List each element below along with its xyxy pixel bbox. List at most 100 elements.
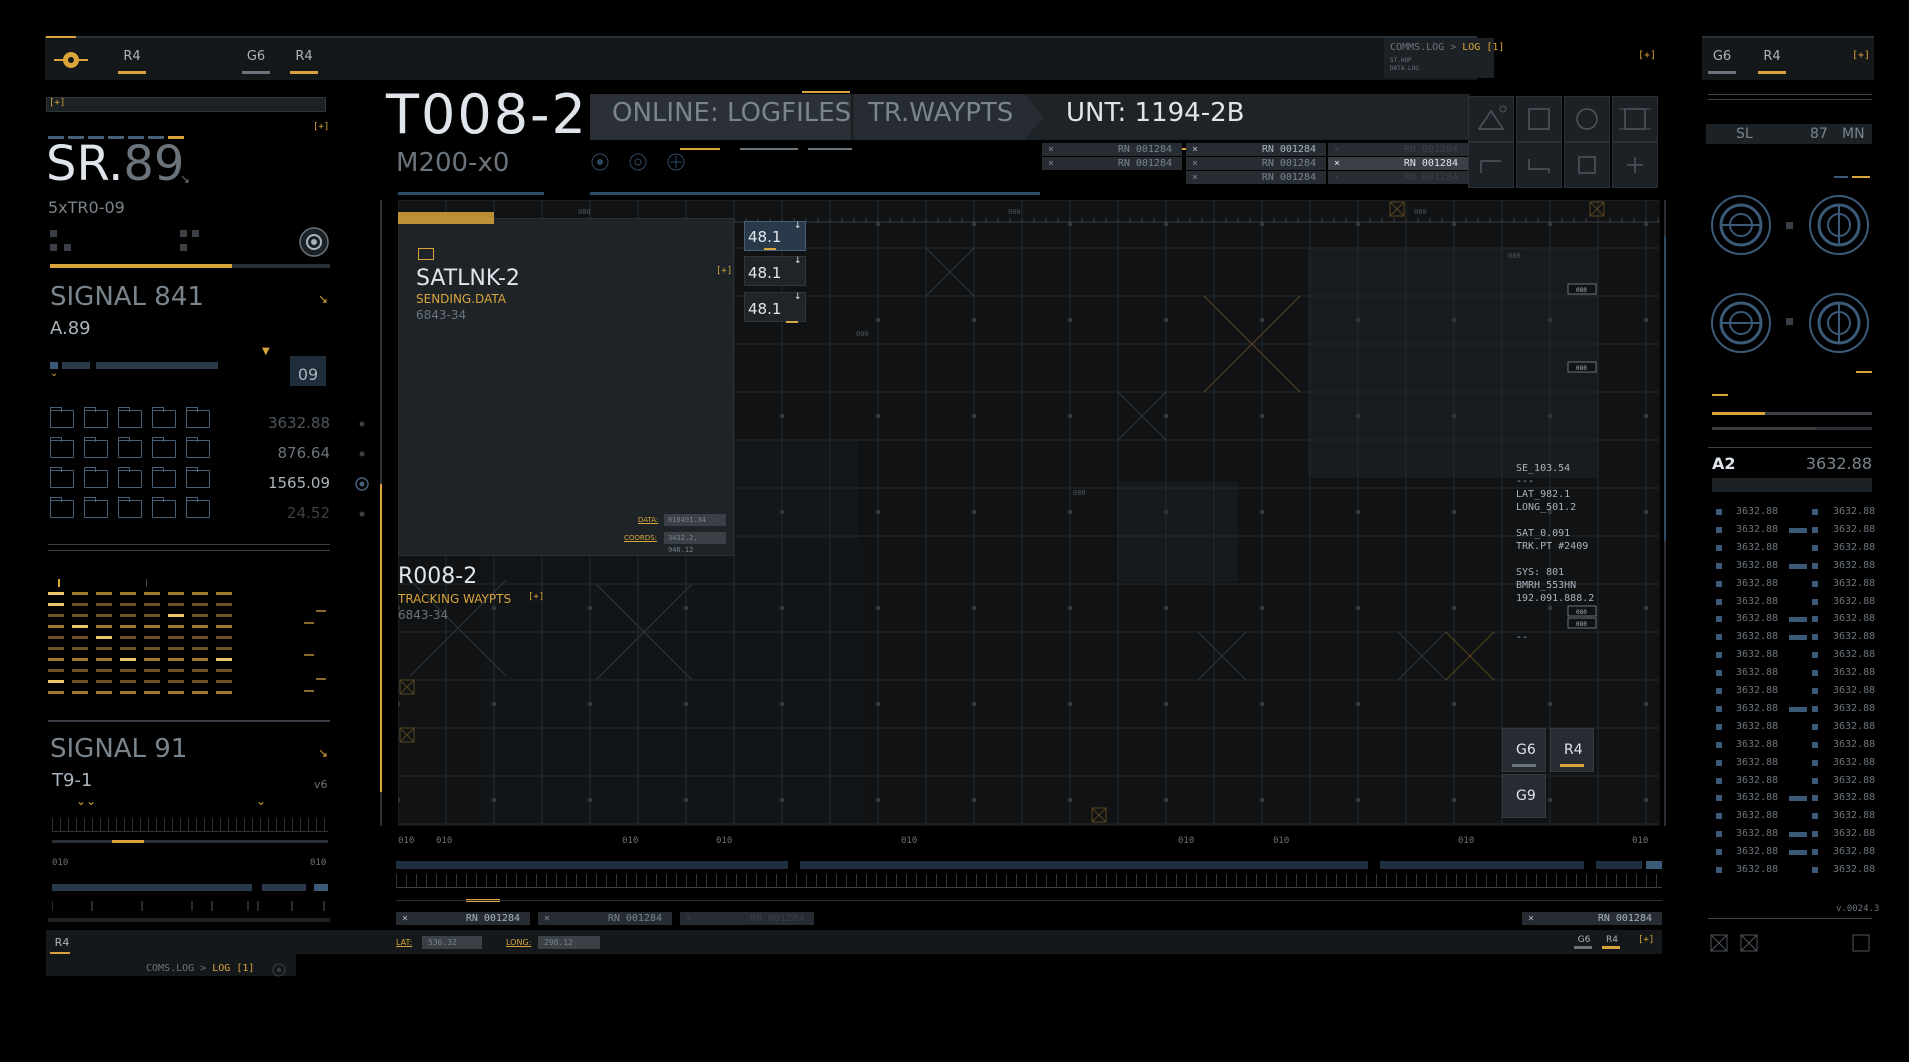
folder-icon[interactable] [84, 497, 108, 518]
r008-expand-button[interactable]: [+] [528, 592, 544, 602]
tab-r4-top[interactable]: R4 [290, 49, 318, 74]
bottom-scale-labels: 010 010 010 010 010 010 010 010 010 [398, 836, 1660, 848]
rn-chip[interactable]: × RN 001284 [1186, 143, 1326, 156]
folder-icon[interactable] [118, 437, 142, 458]
rn-chip[interactable]: × RN 001284 [680, 912, 814, 925]
folder-icon[interactable] [50, 467, 74, 488]
rn-chip[interactable]: × RN 001284 [538, 912, 672, 925]
dial-icon[interactable] [1710, 292, 1772, 354]
right-divider [1708, 99, 1872, 100]
level-dash [96, 592, 112, 595]
folder-icon[interactable] [152, 437, 176, 458]
level-dash [144, 658, 160, 661]
close-icon[interactable] [1710, 934, 1728, 952]
stat-value: 3632.88 [1833, 685, 1876, 696]
signal1-arrow-icon[interactable]: ↘ [318, 292, 328, 306]
level-dash [192, 625, 208, 628]
rn-chip[interactable]: × RN 001284 [1042, 143, 1182, 156]
tab-g6-right[interactable]: G6 [1708, 49, 1736, 74]
stat-row: 3632.88 3632.88 [1716, 846, 1876, 858]
folder-icon[interactable] [84, 407, 108, 428]
rn-chip[interactable]: × RN 001284 [1328, 143, 1468, 156]
dial-icon[interactable] [1808, 194, 1870, 256]
folder-icon[interactable] [186, 407, 210, 428]
rn-chip[interactable]: × RN 001284 [1522, 912, 1662, 925]
satlink-tab [398, 212, 494, 224]
shape-frame-button[interactable] [1612, 96, 1658, 142]
level-dash [96, 625, 112, 628]
dial-icon[interactable] [1808, 292, 1870, 354]
folder-icon[interactable] [186, 437, 210, 458]
square-icon[interactable] [1852, 934, 1870, 952]
slider-track[interactable] [50, 572, 150, 587]
folder-icon[interactable] [118, 497, 142, 518]
level-dash [144, 691, 160, 694]
logo-icon[interactable] [54, 48, 88, 72]
top-add-button[interactable]: [+] [1638, 50, 1656, 61]
tab-online-logfiles-label: ONLINE: LOGFILES [612, 98, 852, 128]
stat-value: 3632.88 [1833, 631, 1876, 643]
folder-icon[interactable] [152, 407, 176, 428]
comms-log[interactable]: COMMS.LOG > LOG [1] [1390, 42, 1504, 53]
grid-marker [1260, 510, 1264, 514]
rn-chip[interactable]: × RN 001284 [1186, 157, 1326, 170]
tab-g6-top[interactable]: G6 [242, 49, 270, 74]
satlink-expand-button[interactable]: [+] [716, 266, 732, 276]
arrow-down-button[interactable] [1516, 142, 1562, 188]
folder-icon[interactable] [186, 497, 210, 518]
close-icon[interactable] [1740, 934, 1758, 952]
folder-icon[interactable] [118, 467, 142, 488]
header-tool-icons[interactable] [590, 152, 690, 172]
folder-icon[interactable] [186, 467, 210, 488]
folder-icon[interactable] [152, 467, 176, 488]
map-button-g6-bar [1512, 764, 1536, 767]
rn-chip[interactable]: × RN 001284 [1186, 171, 1326, 184]
shape-circle-button[interactable] [1564, 96, 1610, 142]
bottom-tab-g6[interactable]: G6 [1574, 935, 1594, 949]
arrow-up-button[interactable] [1468, 142, 1514, 188]
folder-icon[interactable] [50, 407, 74, 428]
signal2-arrow-icon[interactable]: ↘ [318, 746, 328, 760]
folder-icon[interactable] [118, 407, 142, 428]
signal2-chevron-icon-2[interactable]: ⌄ [256, 794, 266, 808]
stat-marker [1716, 723, 1722, 730]
shrink-button[interactable] [1612, 142, 1658, 188]
signal2-chevron-icon[interactable]: ⌄⌄ [76, 794, 96, 808]
footer-tab-r4[interactable]: R4 [50, 936, 74, 955]
left-expand-icon-2[interactable]: [+] [313, 122, 329, 132]
folder-icon[interactable] [418, 248, 434, 260]
bottom-tab-r4[interactable]: R4 [1602, 935, 1622, 949]
rn-chip[interactable]: × RN 001284 [1042, 157, 1182, 170]
grid-marker [1068, 510, 1072, 514]
dial-icon[interactable] [1710, 194, 1772, 256]
transform-button[interactable] [1564, 142, 1610, 188]
target-icon[interactable] [298, 226, 330, 258]
stat-value: 3632.88 [1833, 828, 1876, 840]
rn-chip[interactable]: × RN 001284 [1328, 171, 1468, 184]
left-expand-icon[interactable]: [+] [49, 98, 65, 108]
signal1-chevron-icon[interactable]: ⌄ [50, 368, 58, 379]
folder-icon[interactable] [50, 437, 74, 458]
tab-r4-right[interactable]: R4 [1758, 49, 1786, 74]
stat-value: 3632.88 [1833, 523, 1876, 535]
folder-icon[interactable] [152, 497, 176, 518]
rn-chip[interactable]: × RN 001284 [396, 912, 530, 925]
folder-icon[interactable] [84, 467, 108, 488]
folder-icon[interactable] [50, 497, 74, 518]
bottom-add-button[interactable]: [+] [1638, 935, 1654, 945]
stat-value: 3632.88 [1736, 720, 1779, 732]
tab-r4-left[interactable]: R4 [118, 49, 146, 74]
lat-field[interactable]: 536.32 [422, 936, 482, 949]
signal1-dropdown-icon[interactable]: ▼ [262, 346, 270, 357]
folder-icon[interactable] [84, 437, 108, 458]
rn-chip[interactable]: × RN 001284 [1328, 157, 1468, 170]
right-add-button[interactable]: [+] [1852, 50, 1870, 61]
shape-square-button[interactable] [1516, 96, 1562, 142]
level-dash [168, 669, 184, 672]
grid-marker [1452, 606, 1456, 610]
long-field[interactable]: 298.12 [538, 936, 600, 949]
footer-gear-icon[interactable] [272, 962, 286, 977]
shape-triangle-button[interactable] [1468, 96, 1514, 142]
r008-title: R008-2 [398, 564, 478, 589]
footer-comms-log[interactable]: COMS.LOG > LOG [1] [146, 963, 254, 974]
